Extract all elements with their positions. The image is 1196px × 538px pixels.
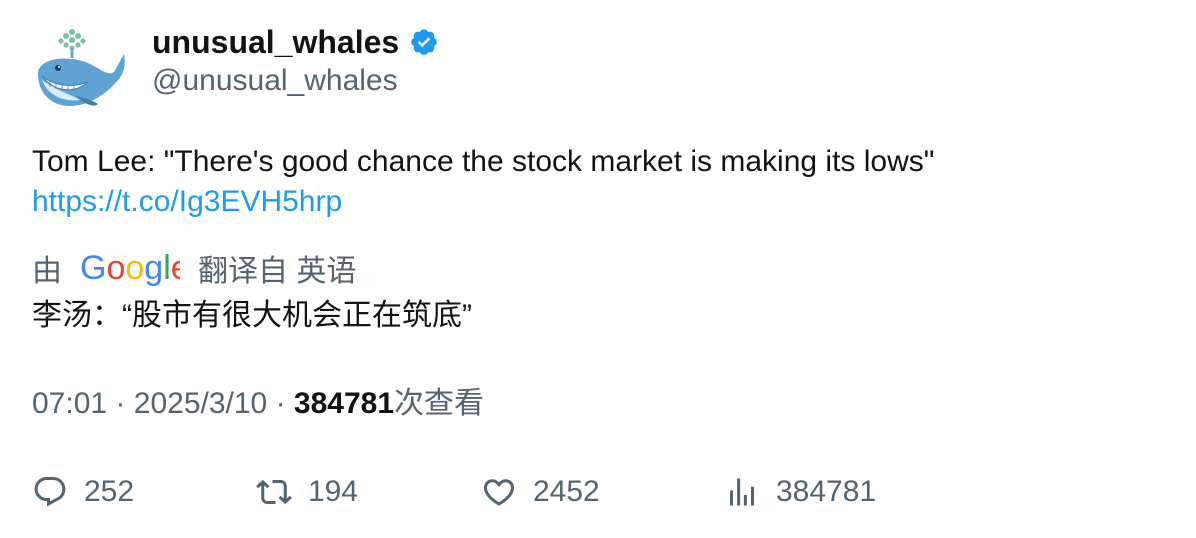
tweet-card: unusual_whales @unusual_whales Tom Lee: … <box>0 0 1196 538</box>
reply-button[interactable]: 252 <box>32 470 134 514</box>
like-count: 2452 <box>533 475 600 508</box>
analytics-icon <box>724 474 760 510</box>
whale-logo-icon <box>38 29 125 106</box>
translation-attribution: 由 Google 翻译自 英语 <box>32 246 356 290</box>
heart-icon <box>481 474 517 510</box>
translation-suffix[interactable]: 翻译自 英语 <box>198 246 356 290</box>
retweet-button[interactable]: 194 <box>256 470 358 514</box>
google-letter: G <box>80 249 106 287</box>
reply-icon <box>32 474 68 510</box>
verified-badge-icon <box>409 27 439 57</box>
retweet-icon <box>256 474 292 510</box>
translation-prefix: 由 <box>32 255 62 288</box>
tweet-meta: 07:01 · 2025/3/10 · 384781次查看 <box>32 384 484 424</box>
author-display-name[interactable]: unusual_whales <box>152 22 399 62</box>
tweet-date[interactable]: 2025/3/10 <box>134 387 267 420</box>
avatar[interactable] <box>28 24 128 114</box>
tweet-body: Tom Lee: "There's good chance the stock … <box>32 145 935 178</box>
translated-text: 李汤：“股市有很大机会正在筑底” <box>32 299 472 332</box>
author-name-row[interactable]: unusual_whales <box>152 22 439 62</box>
tweet-time[interactable]: 07:01 <box>32 387 107 420</box>
views-label: 次查看 <box>394 387 485 420</box>
tweet-link[interactable]: https://t.co/Ig3EVH5hrp <box>32 182 1162 222</box>
svg-text:Google: Google <box>80 249 180 287</box>
meta-separator: · <box>115 387 126 420</box>
tweet-actions: 252 194 2452 384781 <box>32 470 1162 514</box>
views-count: 384781 <box>293 387 395 420</box>
reply-count: 252 <box>84 475 135 508</box>
views-button[interactable]: 384781 <box>724 470 876 514</box>
google-logo-icon[interactable]: Google <box>80 248 190 288</box>
meta-separator: · <box>275 387 286 420</box>
retweet-count: 194 <box>308 475 359 508</box>
like-button[interactable]: 2452 <box>481 470 600 514</box>
author-handle[interactable]: @unusual_whales <box>152 62 398 100</box>
views-action-count: 384781 <box>776 475 877 508</box>
tweet-text: Tom Lee: "There's good chance the stock … <box>32 142 1162 222</box>
